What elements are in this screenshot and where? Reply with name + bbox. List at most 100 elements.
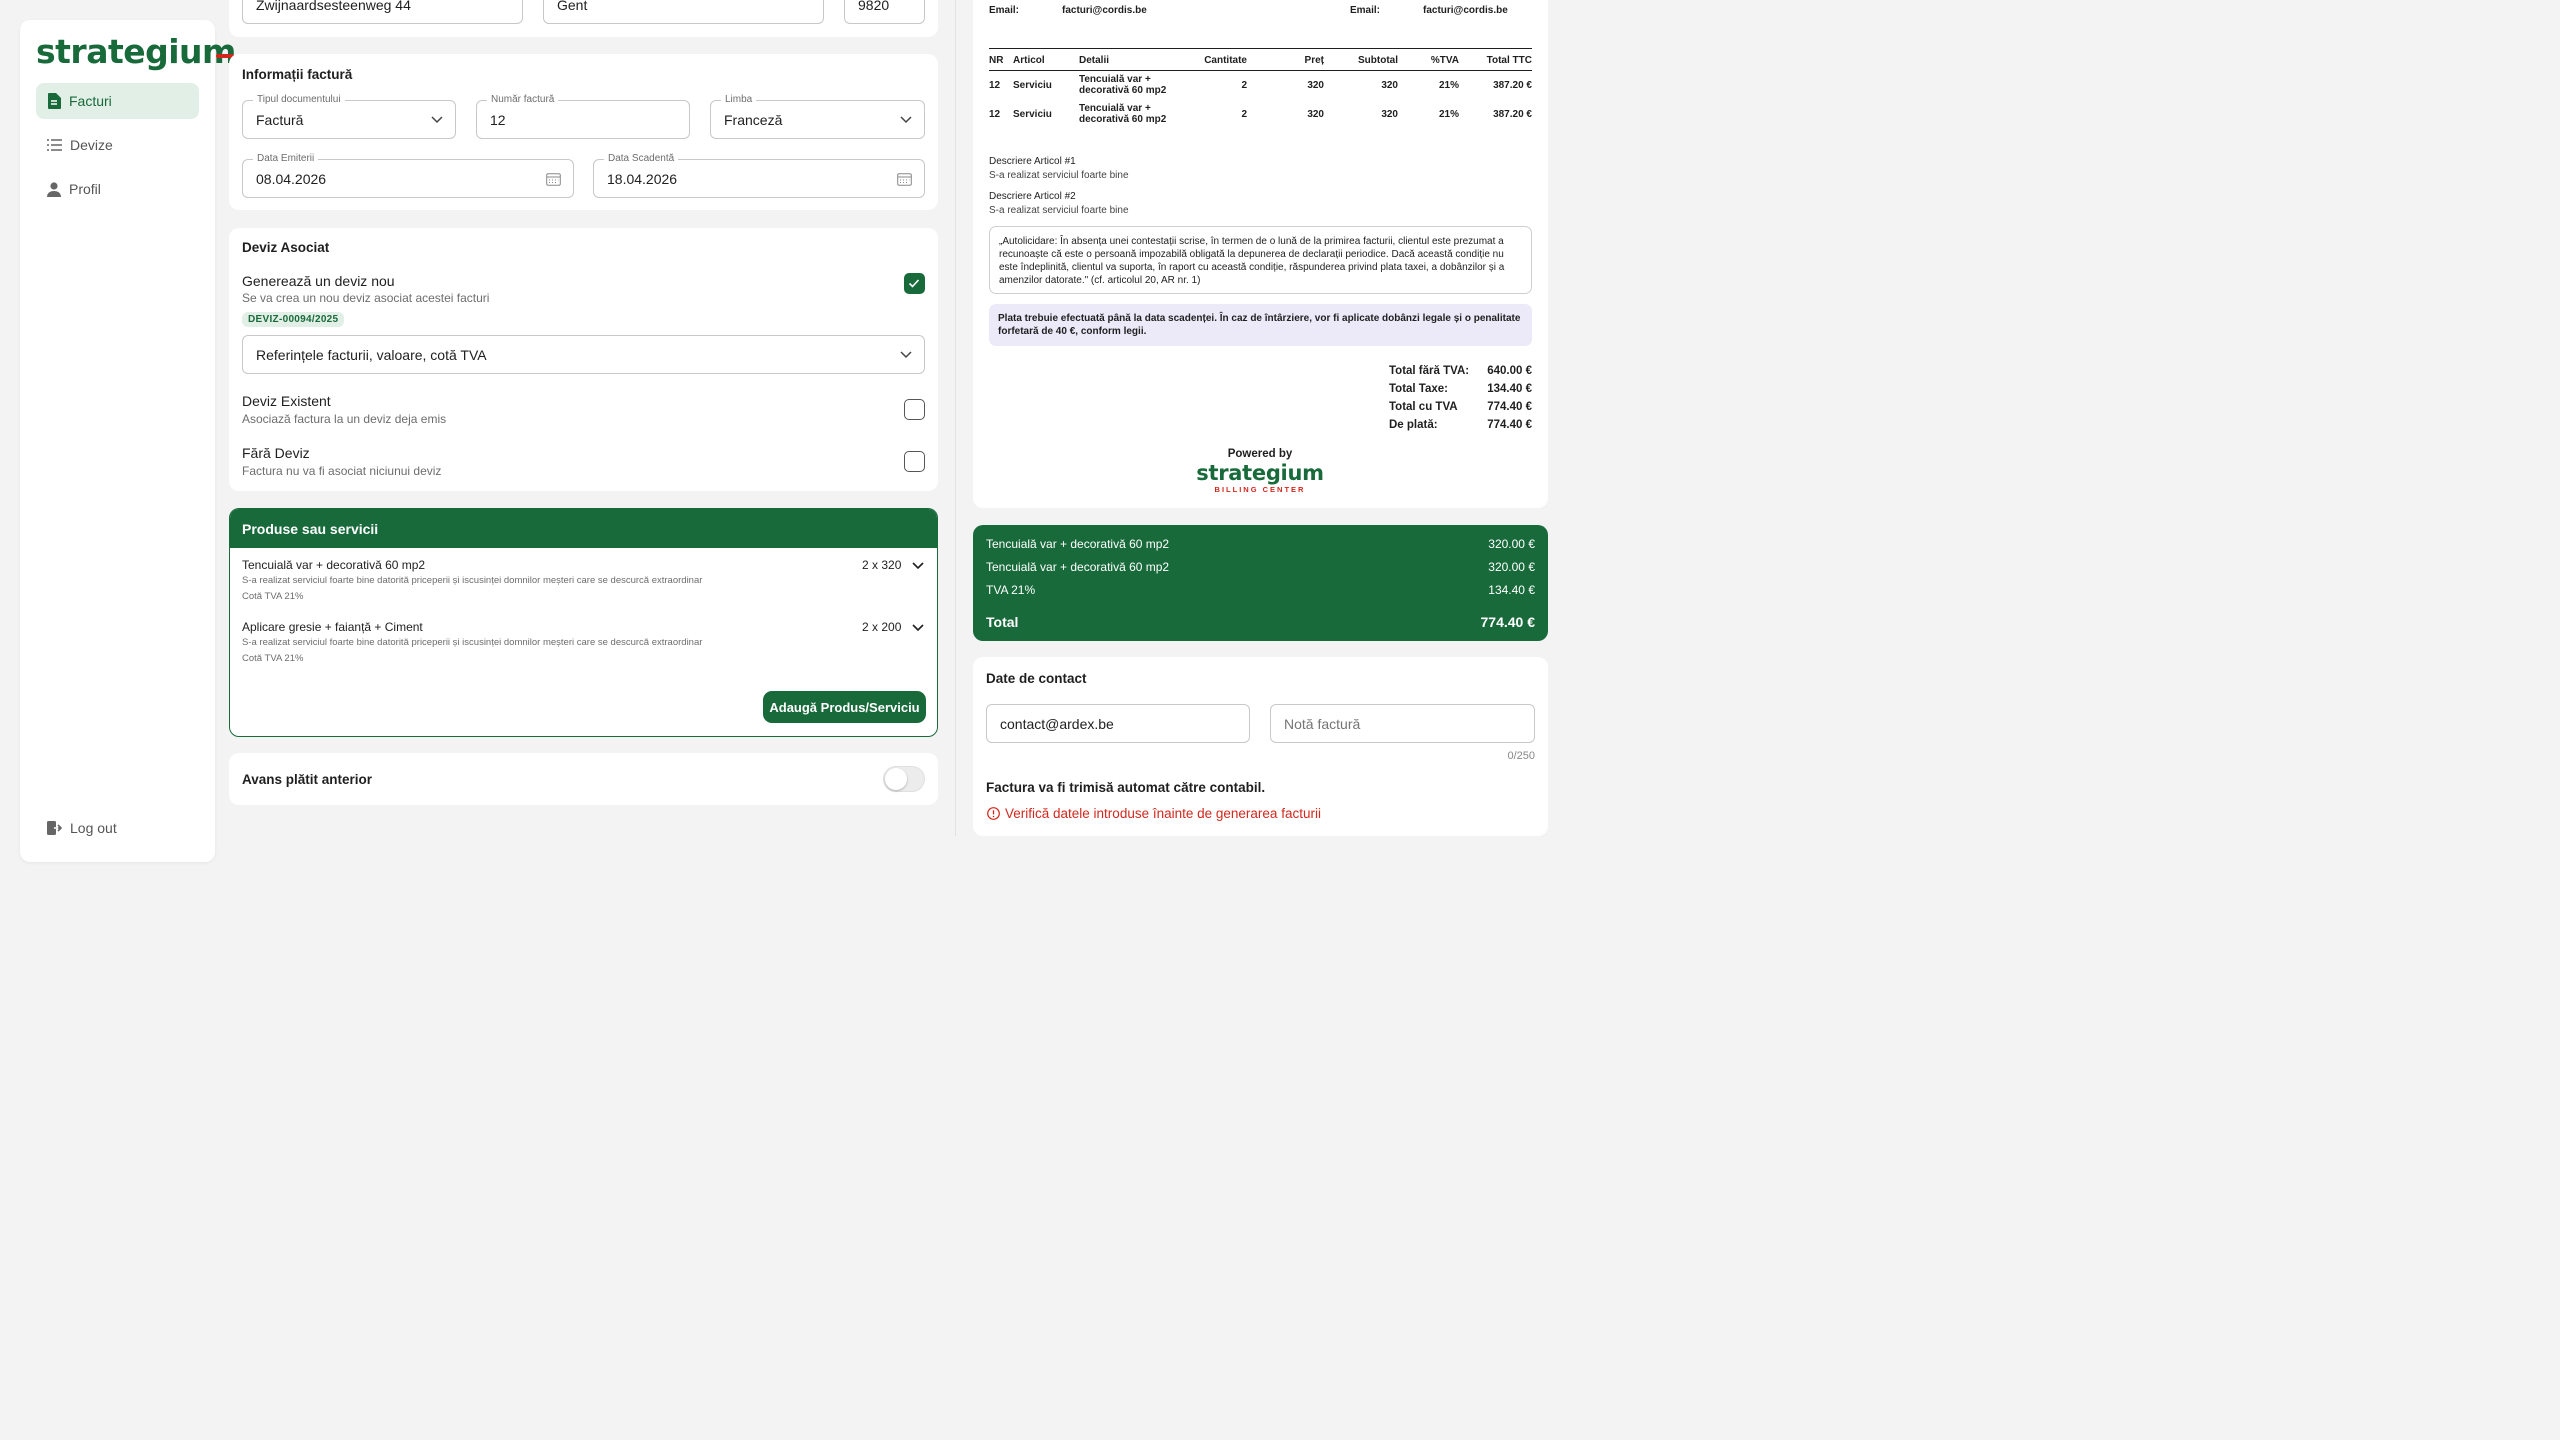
auto-send-notice: Factura va fi trimisă automat către cont… (986, 780, 1266, 795)
existing-deviz-checkbox[interactable] (904, 399, 925, 420)
deviz-reference-select[interactable]: Referințele facturii, valoare, cotă TVA (242, 335, 925, 374)
description-title: Descriere Articol #1 (989, 156, 1076, 167)
due-date-field[interactable]: Data Scadentă 18.04.2026 (593, 153, 925, 198)
no-deviz-checkbox[interactable] (904, 451, 925, 472)
column-header: %TVA (1398, 48, 1459, 71)
zip-field[interactable]: 9820 (844, 0, 925, 24)
email-label: Email: (989, 5, 1020, 16)
invoice-info-card: Informații factură Tipul documentului Fac… (229, 54, 938, 210)
email-value: facturi@cordis.be (1423, 5, 1508, 16)
total-label: De plată: (1389, 419, 1438, 431)
billing-center-logo: strategium (1196, 461, 1324, 485)
sidebar-item-label: Devize (70, 137, 113, 153)
total-value: 774.40 € (1487, 401, 1532, 413)
legal-notice: „Autolicidare: În absența unei contestaț… (989, 226, 1532, 294)
new-deviz-checkbox[interactable] (904, 273, 925, 294)
sidebar-item-facturi[interactable]: Facturi (36, 83, 199, 119)
column-header: Preț (1247, 48, 1324, 71)
column-header: Articol (1013, 48, 1079, 71)
toggle-knob (885, 768, 907, 790)
deviz-badge: DEVIZ-00094/2025 (242, 312, 345, 327)
table-row: 12 Serviciu Tencuială var + decorativă 60 … (989, 74, 1532, 96)
product-quantity: 2 x 320 (862, 558, 902, 572)
option-subtitle: Asociază factura la un deviz deja emis (242, 412, 447, 426)
total-label: Total fără TVA: (1389, 365, 1470, 377)
doc-type-select[interactable]: Tipul documentului Factură (242, 94, 456, 139)
product-description: S-a realizat serviciul foarte bine dator… (242, 575, 703, 586)
sidebar: strategium Facturi Devize Profil Log out (20, 20, 236, 862)
logout-button[interactable]: Log out (36, 810, 199, 846)
contact-email-field[interactable]: contact@ardex.be (986, 704, 1250, 743)
products-header: Produse sau servicii (230, 509, 937, 548)
product-name: Aplicare gresie + faianță + Ciment (242, 620, 423, 634)
section-title: Deviz Asociat (242, 240, 330, 255)
user-icon (47, 181, 61, 197)
description-text: S-a realizat serviciul foarte bine (989, 205, 1129, 216)
summary-row: Tencuială var + decorativă 60 mp2 320.00 … (986, 537, 1535, 551)
total-label: Total cu TVA (1389, 401, 1458, 413)
invoice-number-field[interactable]: Număr factură 12 (476, 94, 690, 139)
option-title: Fără Deviz (242, 445, 310, 461)
total-value: 134.40 € (1487, 383, 1532, 395)
alert-icon (987, 807, 1000, 820)
description-title: Descriere Articol #2 (989, 191, 1076, 202)
invoice-table: NR Articol Detalii Cantitate Preț Subtot… (989, 48, 1532, 129)
invoice-icon (48, 93, 61, 109)
table-header-row: NR Articol Detalii Cantitate Preț Subtot… (989, 48, 1532, 71)
section-title: Date de contact (986, 671, 1087, 686)
email-label: Email: (1350, 5, 1381, 16)
sidebar-item-profil[interactable]: Profil (36, 171, 199, 207)
option-subtitle: Se va crea un nou deviz asociat acestei … (242, 291, 490, 305)
language-select[interactable]: Limba Franceză (710, 94, 925, 139)
chevron-down-icon (431, 115, 443, 123)
option-subtitle: Factura nu va fi asociat niciunui deviz (242, 464, 442, 478)
issue-date-field[interactable]: Data Emiterii 08.04.2026 (242, 153, 574, 198)
product-quantity: 2 x 200 (862, 620, 902, 634)
calendar-icon[interactable] (897, 172, 912, 186)
column-header: Cantitate (1189, 48, 1247, 71)
product-vat: Cotă TVA 21% (242, 653, 304, 664)
total-label: Total Taxe: (1389, 383, 1448, 395)
column-header: Subtotal (1324, 48, 1398, 71)
billing-center-subtitle: BILLING CENTER (1214, 485, 1306, 494)
advance-card: Avans plătit anterior (229, 753, 938, 805)
calendar-icon[interactable] (546, 172, 561, 186)
powered-by-label: Powered by (1227, 448, 1293, 460)
section-title: Informații factură (242, 67, 353, 82)
option-title: Deviz Existent (242, 393, 331, 409)
column-header: Detalii (1079, 48, 1189, 71)
sidebar-item-devize[interactable]: Devize (36, 127, 199, 163)
total-value: 774.40 € (1487, 419, 1532, 431)
column-header: NR (989, 48, 1013, 71)
chevron-down-icon[interactable] (912, 624, 924, 632)
summary-total-row: Total 774.40 € (986, 614, 1535, 630)
chevron-down-icon[interactable] (912, 562, 924, 570)
summary-row: TVA 21% 134.40 € (986, 583, 1535, 597)
advance-label: Avans plătit anterior (242, 772, 373, 787)
payment-notice: Plata trebuie efectuată până la data sca… (989, 304, 1532, 346)
validation-warning: Verifică datele introduse înainte de gen… (987, 806, 1321, 821)
table-row: 12 Serviciu Tencuială var + decorativă 60 … (989, 103, 1532, 125)
street-field[interactable]: Zwijnaardsesteenweg 44 (242, 0, 523, 24)
option-title: Generează un deviz nou (242, 273, 395, 289)
sidebar-item-label: Profil (69, 181, 101, 197)
deviz-card: Deviz Asociat Generează un deviz nou Se … (229, 228, 938, 491)
city-field[interactable]: Gent (543, 0, 824, 24)
summary-row: Tencuială var + decorativă 60 mp2 320.00 … (986, 560, 1535, 574)
column-divider (955, 0, 956, 836)
invoice-note-input[interactable] (1270, 704, 1535, 743)
description-text: S-a realizat serviciul foarte bine (989, 170, 1129, 181)
app-logo[interactable]: strategium (36, 32, 236, 71)
product-description: S-a realizat serviciul foarte bine dator… (242, 637, 703, 648)
advance-toggle[interactable] (883, 766, 925, 792)
chevron-down-icon (900, 115, 912, 123)
add-product-button[interactable]: Adaugă Produs/Serviciu (763, 691, 926, 723)
product-vat: Cotă TVA 21% (242, 591, 304, 602)
address-card: Zwijnaardsesteenweg 44 Gent 9820 (229, 0, 938, 37)
logout-icon (47, 821, 62, 835)
products-card: Produse sau servicii Tencuială var + dec… (229, 508, 938, 737)
column-header: Total TTC (1459, 48, 1532, 71)
chevron-down-icon (900, 350, 912, 358)
total-value: 640.00 € (1487, 365, 1532, 377)
check-icon (908, 279, 920, 288)
